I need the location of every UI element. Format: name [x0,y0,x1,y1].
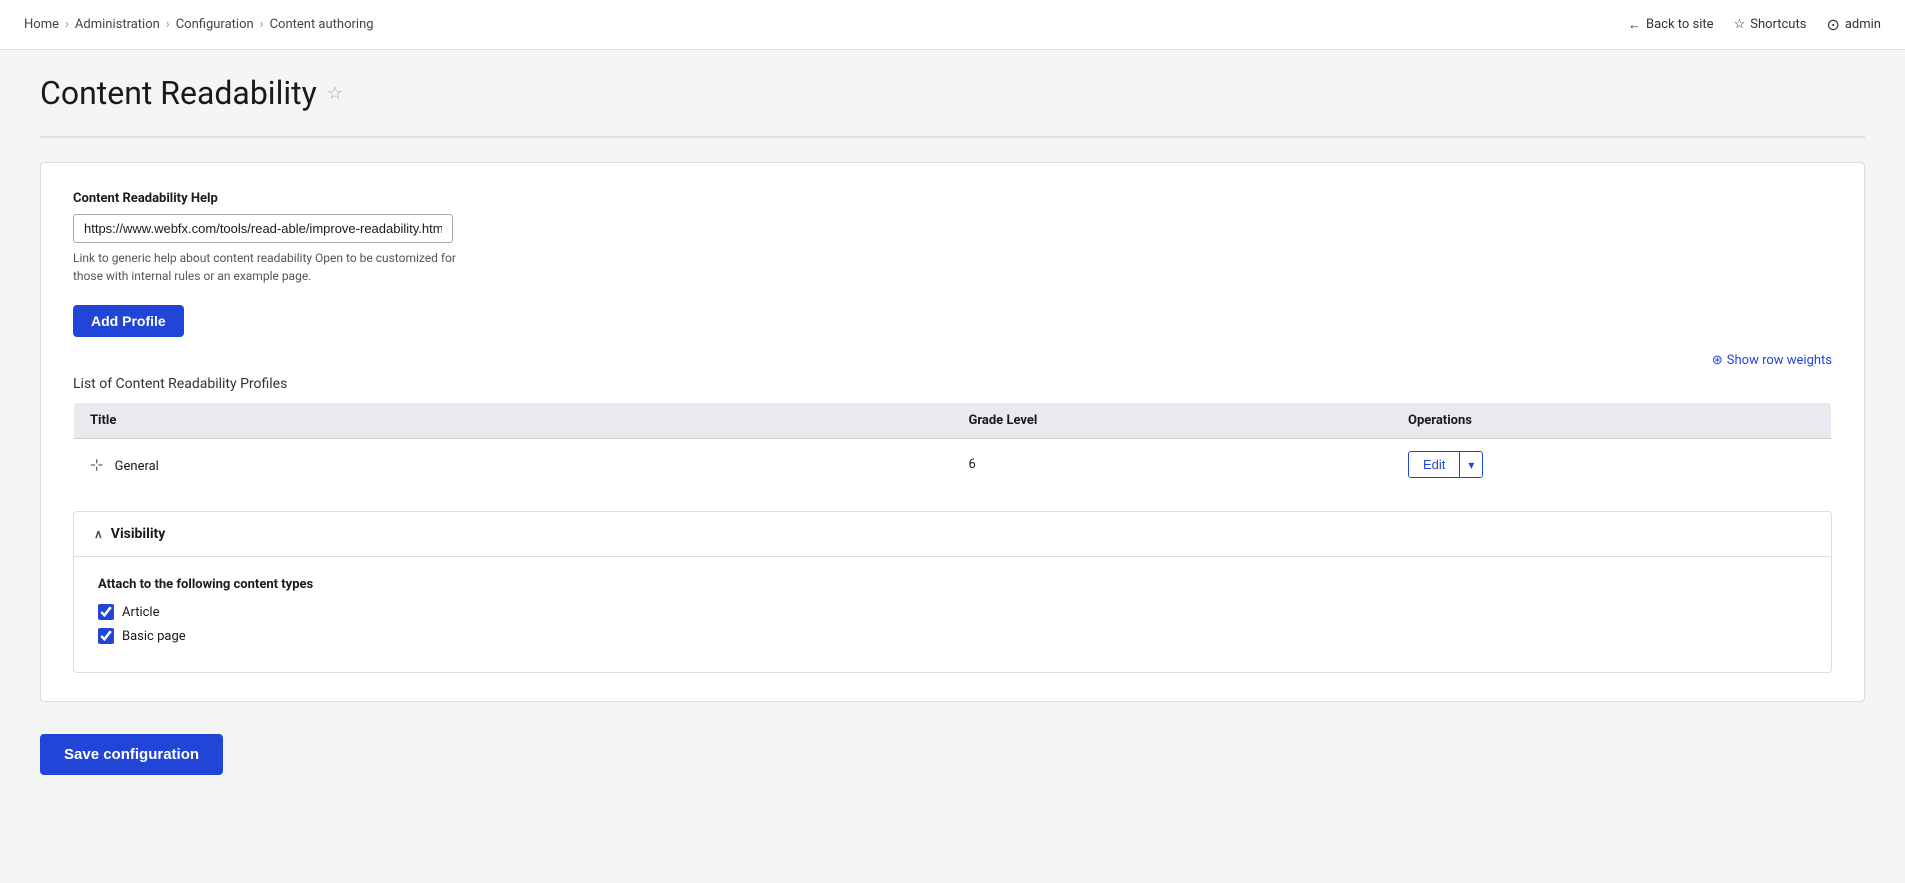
main-card: Content Readability Help Link to generic… [40,162,1865,702]
help-url-input[interactable] [73,214,453,243]
favorite-icon[interactable]: ☆ [327,83,343,104]
profiles-table: Title Grade Level Operations ⊹ General 6 [73,402,1832,491]
admin-label: admin [1845,17,1881,32]
show-row-weights-label: Show row weights [1727,353,1832,368]
caret-down-icon: ▾ [1468,458,1474,472]
table-header: Title Grade Level Operations [74,403,1832,439]
star-icon: ☆ [1734,17,1746,32]
visibility-section: ∧ Visibility Attach to the following con… [73,511,1832,673]
col-ops: Operations [1392,403,1832,439]
col-grade: Grade Level [953,403,1393,439]
breadcrumb-home[interactable]: Home [24,17,59,32]
breadcrumb-sep-2: › [166,17,170,32]
user-icon: ⊙ [1826,15,1839,34]
article-checkbox[interactable] [98,604,114,620]
col-title: Title [74,403,953,439]
page-title-row: Content Readability ☆ [40,74,1865,112]
help-url-description: Link to generic help about content reada… [73,249,473,285]
table-body: ⊹ General 6 Edit ▾ [74,439,1832,491]
breadcrumb: Home › Administration › Configuration › … [24,17,374,32]
breadcrumb-sep-3: › [260,17,264,32]
edit-button-group: Edit ▾ [1408,451,1483,478]
article-label: Article [122,605,159,620]
help-url-label: Content Readability Help [73,191,1832,206]
table-row: ⊹ General 6 Edit ▾ [74,439,1832,491]
row-grade: 6 [969,457,976,472]
back-arrow-icon: ← [1628,17,1641,33]
breadcrumb-current: Content authoring [270,17,374,32]
shortcuts-label: Shortcuts [1750,17,1806,32]
eye-icon: ⊛ [1712,353,1723,368]
checkbox-basicpage-row: Basic page [98,628,1807,644]
header-divider [40,136,1865,138]
page-title: Content Readability [40,74,317,112]
edit-button[interactable]: Edit [1409,452,1459,477]
back-to-site-label: Back to site [1646,17,1714,32]
page-wrapper: Content Readability ☆ Content Readabilit… [0,50,1905,835]
save-configuration-button[interactable]: Save configuration [40,734,223,775]
drag-handle-icon[interactable]: ⊹ [90,455,103,474]
row-grade-cell: 6 [953,439,1393,491]
breadcrumb-config[interactable]: Configuration [176,17,254,32]
shortcuts-link[interactable]: ☆ Shortcuts [1734,17,1807,32]
breadcrumb-admin[interactable]: Administration [75,17,160,32]
chevron-up-icon: ∧ [94,527,103,541]
attach-label: Attach to the following content types [98,577,1807,592]
checkbox-article-row: Article [98,604,1807,620]
breadcrumb-sep-1: › [65,17,69,32]
list-label: List of Content Readability Profiles [73,376,1832,392]
admin-link[interactable]: ⊙ admin [1826,15,1881,34]
topbar-right: ← Back to site ☆ Shortcuts ⊙ admin [1628,15,1881,34]
row-title: General [115,459,159,474]
basic-page-checkbox[interactable] [98,628,114,644]
add-profile-button[interactable]: Add Profile [73,305,184,337]
help-url-field: Content Readability Help Link to generic… [73,191,1832,285]
show-row-weights-link[interactable]: ⊛ Show row weights [1712,353,1832,368]
row-ops-cell: Edit ▾ [1392,439,1832,491]
show-row-weights-row: ⊛ Show row weights [73,353,1832,368]
visibility-body: Attach to the following content types Ar… [74,557,1831,672]
basic-page-label: Basic page [122,629,186,644]
visibility-label: Visibility [111,526,166,542]
visibility-header[interactable]: ∧ Visibility [74,512,1831,557]
edit-dropdown-button[interactable]: ▾ [1459,452,1482,477]
back-to-site-link[interactable]: ← Back to site [1628,17,1714,33]
topbar: Home › Administration › Configuration › … [0,0,1905,50]
row-title-cell: ⊹ General [74,439,953,491]
